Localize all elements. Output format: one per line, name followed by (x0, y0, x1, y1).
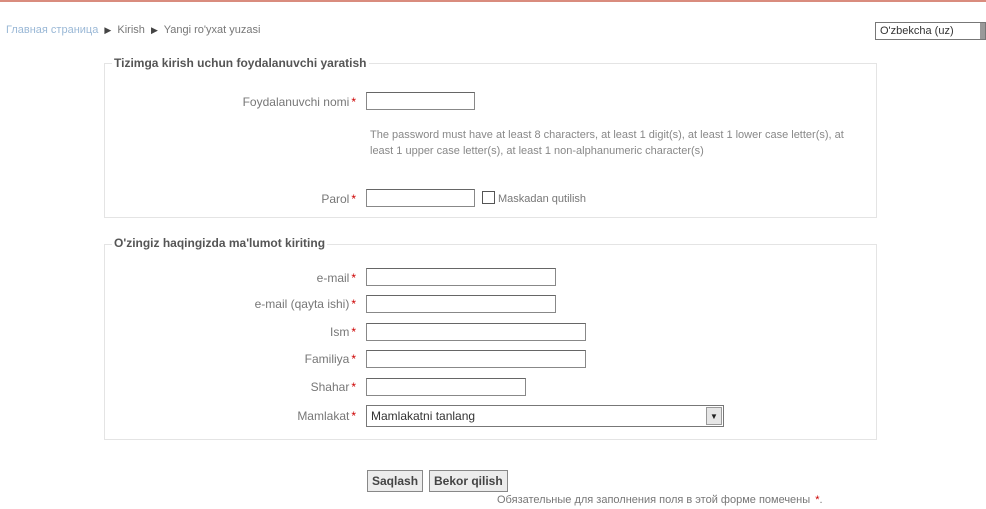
username-input[interactable] (366, 92, 475, 110)
required-fields-note: Обязательные для заполнения поля в этой … (497, 494, 823, 506)
lastname-label: Familiya * (304, 352, 356, 366)
breadcrumb-current: Yangi ro'yxat yuzasi (163, 24, 261, 36)
email-label: e-mail * (316, 271, 356, 285)
required-icon: * (351, 325, 356, 339)
city-label: Shahar * (310, 380, 356, 394)
country-label: Mamlakat * (297, 409, 356, 423)
unmask-label: Maskadan qutilish (498, 193, 587, 205)
email-confirm-input[interactable] (366, 295, 556, 313)
firstname-input[interactable] (366, 323, 586, 341)
profile-section-legend: O'zingiz haqingizda ma'lumot kiriting (112, 236, 328, 250)
password-label: Parol * (321, 192, 356, 206)
country-select[interactable]: Mamlakatni tanlang ▼ (366, 405, 724, 427)
required-icon: * (351, 271, 356, 285)
required-icon: * (351, 409, 356, 423)
cancel-button[interactable]: Bekor qilish (429, 470, 508, 492)
login-section-legend: Tizimga kirish uchun foydalanuvchi yarat… (112, 56, 369, 70)
chevron-down-icon[interactable]: ▼ (706, 407, 722, 425)
language-select[interactable]: O'zbekcha (uz) (875, 22, 986, 40)
country-selected: Mamlakatni tanlang (371, 409, 476, 423)
breadcrumb-separator-icon: ▶ (150, 25, 158, 35)
breadcrumb-login-link[interactable]: Kirish (117, 24, 145, 36)
city-input[interactable] (366, 378, 526, 396)
language-selected: O'zbekcha (uz) (880, 25, 954, 37)
top-border (0, 0, 986, 2)
required-icon: * (351, 95, 356, 109)
checkbox[interactable] (482, 191, 495, 204)
required-icon: * (351, 352, 356, 366)
breadcrumb: Главная страница ▶ Kirish ▶ Yangi ro'yxa… (6, 24, 260, 36)
firstname-label: Ism * (329, 325, 356, 339)
required-icon: * (351, 380, 356, 394)
save-button[interactable]: Saqlash (367, 470, 424, 492)
email-confirm-label: e-mail (qayta ishi) * (254, 297, 356, 311)
chevron-down-icon (980, 23, 985, 39)
lastname-input[interactable] (366, 350, 586, 368)
breadcrumb-home-link[interactable]: Главная страница (6, 24, 98, 36)
email-input[interactable] (366, 268, 556, 286)
required-icon: * (351, 297, 356, 311)
unmask-password-toggle[interactable]: Maskadan qutilish (482, 191, 586, 205)
username-label: Foydalanuvchi nomi * (242, 95, 356, 109)
required-icon: * (351, 192, 356, 206)
breadcrumb-separator-icon: ▶ (104, 25, 112, 35)
password-hint: The password must have at least 8 charac… (370, 129, 844, 157)
password-input[interactable] (366, 189, 475, 207)
required-icon: * (815, 494, 820, 506)
